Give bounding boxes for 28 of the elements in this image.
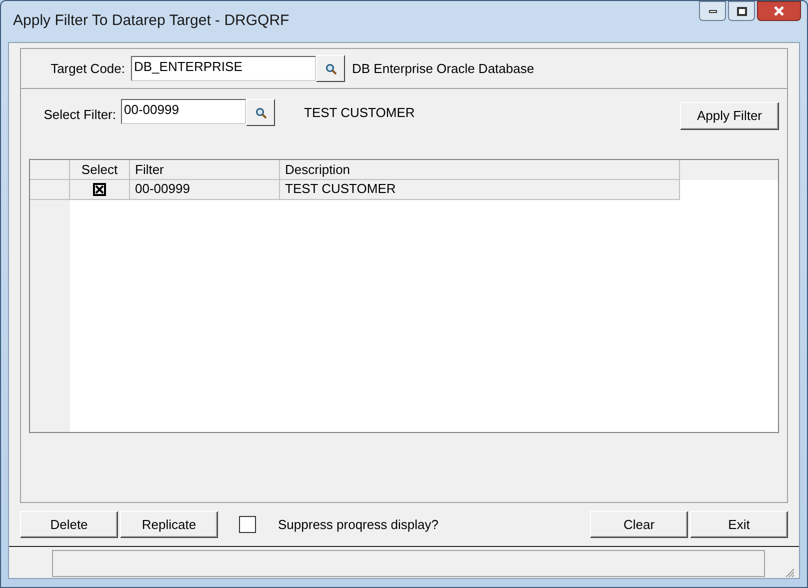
checkbox[interactable]	[93, 183, 106, 196]
dialog-button[interactable]: Clear	[590, 511, 688, 538]
target-code-field[interactable]: DB_ENTERPRISE	[131, 56, 316, 81]
restore-icon	[736, 6, 746, 16]
dialog-button[interactable]: Replicate	[120, 511, 218, 538]
minimize-button[interactable]	[699, 1, 726, 21]
dialog-button[interactable]: Exit	[690, 511, 788, 538]
apply-filter-button[interactable]: Apply Filter	[680, 102, 779, 130]
close-button[interactable]	[757, 1, 801, 21]
search-icon	[324, 62, 336, 74]
filter-field[interactable]: 00-00999	[121, 99, 246, 124]
target-description: DB Enterprise Oracle Database	[352, 60, 534, 78]
field-label: Select Filter:	[42, 106, 117, 124]
resize-grip-icon	[785, 568, 795, 578]
field-label: Target Code:	[50, 60, 126, 78]
minimize-icon	[708, 10, 716, 12]
table-cell: TEST CUSTOMER	[280, 180, 680, 200]
window-title: Apply Filter To Datarep Target - DRGQRF	[13, 11, 290, 32]
filter-description: TEST CUSTOMER	[304, 104, 415, 122]
maximize-button[interactable]	[728, 1, 755, 21]
checkbox[interactable]	[239, 516, 256, 533]
checkbox-label: Suppress proqress display?	[278, 516, 438, 534]
close-icon	[773, 6, 785, 16]
lookup-button[interactable]	[246, 99, 275, 126]
lookup-button[interactable]	[316, 55, 345, 82]
dialog-button[interactable]: Delete	[20, 511, 118, 538]
table-cell: 00-00999	[130, 180, 280, 200]
search-icon	[254, 106, 266, 118]
